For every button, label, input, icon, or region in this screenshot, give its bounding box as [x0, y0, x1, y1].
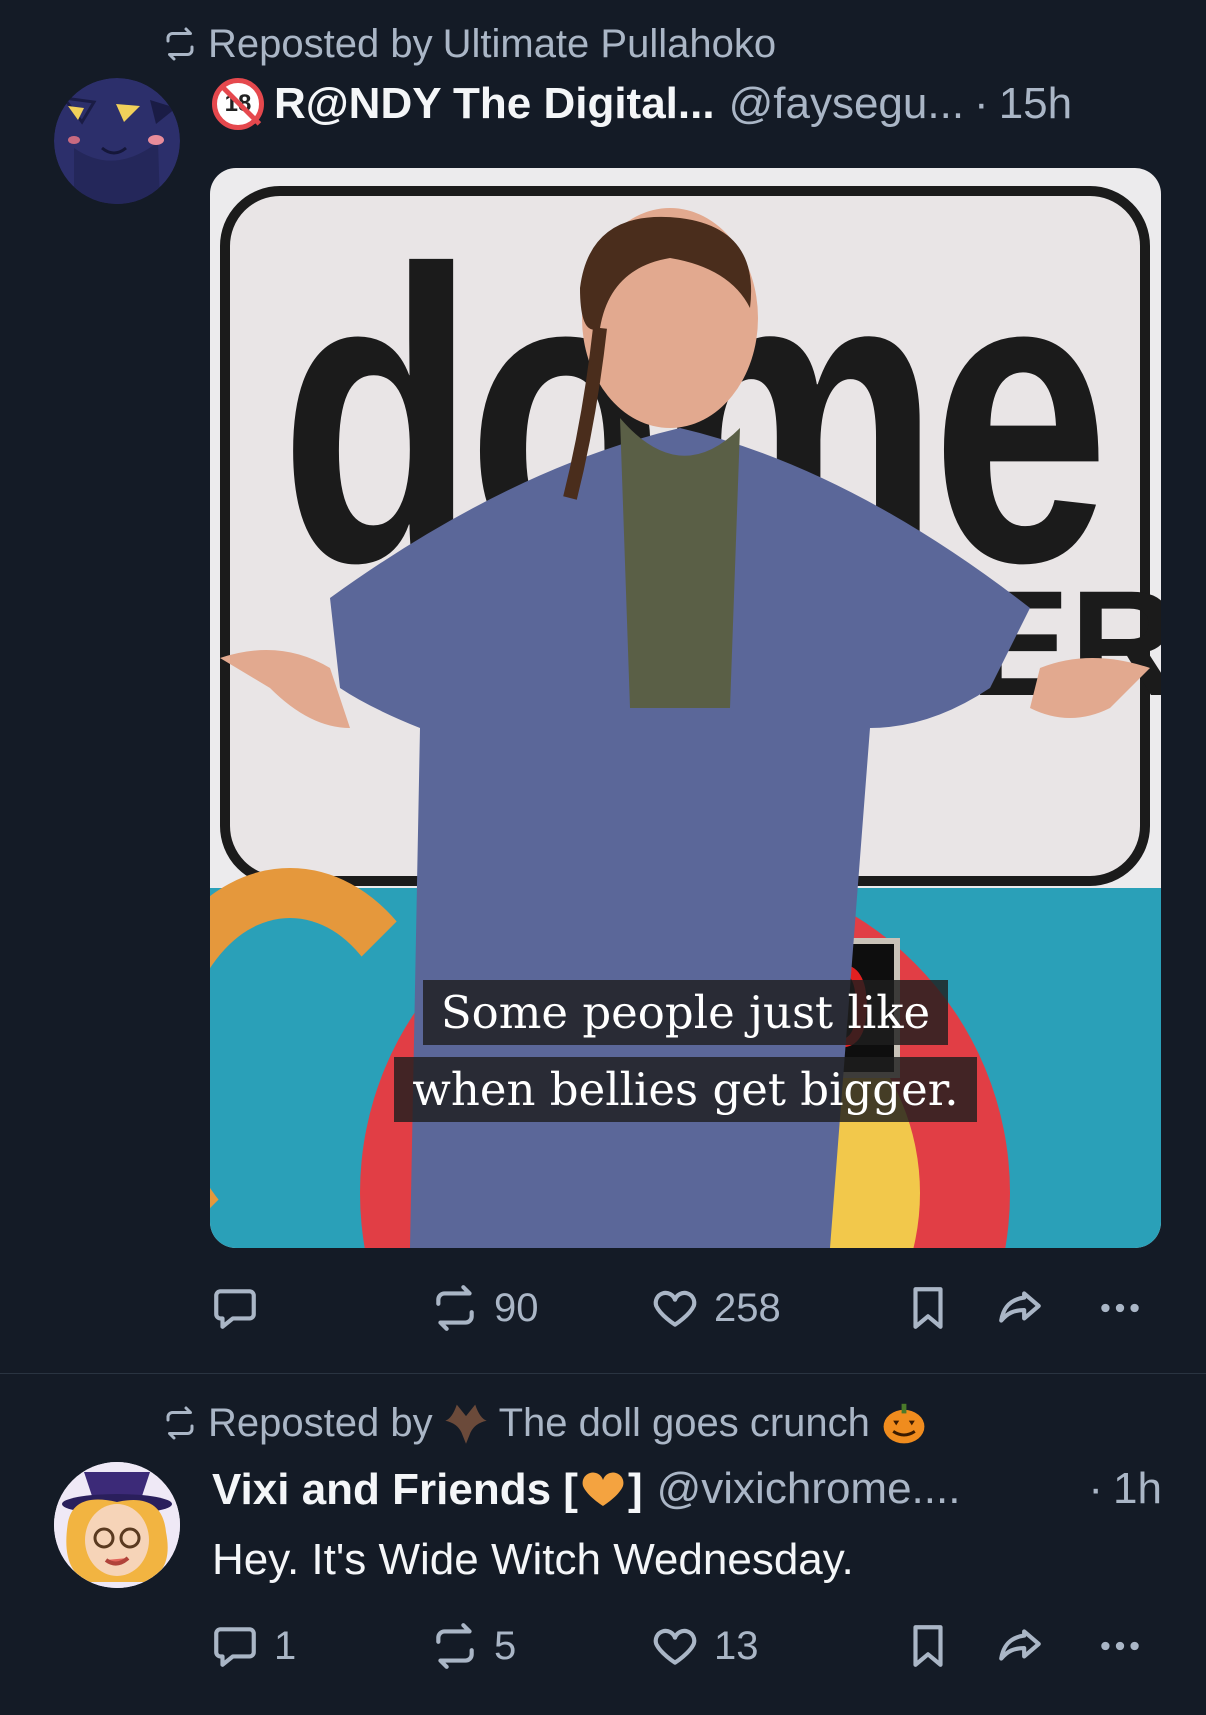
post-timestamp[interactable]: 1h — [1113, 1464, 1162, 1514]
share-icon — [999, 1629, 1041, 1661]
author-handle[interactable]: @vixichrome.... — [657, 1464, 961, 1514]
like-icon — [653, 1628, 697, 1665]
feed: Reposted by Ultimate Pullahoko 18 R@NDY — [0, 0, 1206, 1715]
author-display-name[interactable]: Vixi and Friends [] — [212, 1464, 643, 1515]
share-button[interactable] — [995, 1614, 1045, 1678]
more-icon — [1101, 1641, 1139, 1651]
feed-post[interactable]: Reposted by The doll goes crunch Vixi an… — [0, 0, 1206, 1715]
like-count: 13 — [714, 1623, 759, 1668]
more-options-button[interactable] — [1095, 1614, 1145, 1678]
bookmark-button[interactable] — [903, 1614, 953, 1678]
repost-icon — [436, 1623, 474, 1669]
repost-prefix: Reposted by — [208, 1400, 433, 1445]
reply-icon — [214, 1627, 256, 1667]
like-button[interactable]: 13 — [650, 1614, 759, 1678]
repost-count: 5 — [494, 1623, 517, 1668]
repost-button[interactable]: 5 — [430, 1614, 516, 1678]
reply-button[interactable]: 1 — [210, 1614, 296, 1678]
repost-icon — [166, 1406, 194, 1440]
post-actions: 1 5 13 — [210, 1614, 1160, 1678]
post-text: Hey. It's Wide Witch Wednesday. — [212, 1535, 854, 1584]
orange-heart-icon — [582, 1472, 624, 1506]
avatar[interactable] — [54, 1462, 180, 1588]
repost-by-name[interactable]: The doll goes crunch — [499, 1401, 870, 1446]
separator-dot: · — [1088, 1464, 1104, 1513]
bookmark-icon — [913, 1625, 943, 1667]
repost-indicator: Reposted by The doll goes crunch — [162, 1401, 928, 1445]
post-header: Vixi and Friends [] @vixichrome.... · 1h — [212, 1461, 1162, 1517]
bat-emoji-icon — [444, 1404, 487, 1444]
reply-count: 1 — [274, 1623, 297, 1668]
pumpkin-emoji-icon — [883, 1403, 925, 1444]
